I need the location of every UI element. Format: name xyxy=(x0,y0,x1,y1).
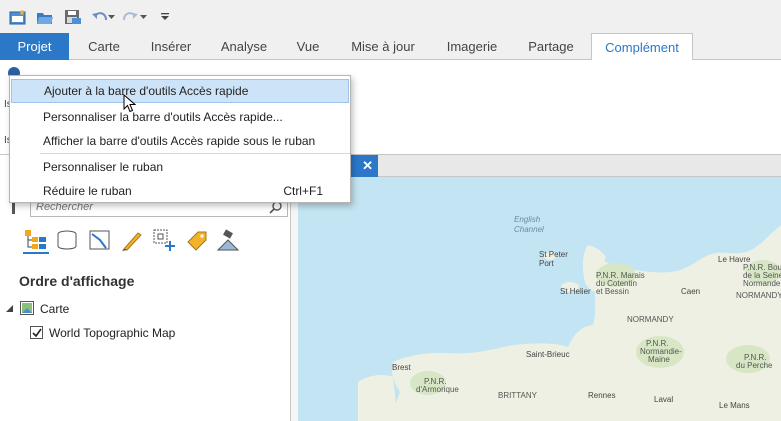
collapse-arrow-icon[interactable] xyxy=(6,305,14,313)
menu-item-show-quick-access-below[interactable]: Afficher la barre d'outils Accès rapide … xyxy=(11,129,349,153)
map-label-city: Saint-Brieuc xyxy=(526,350,570,359)
map-label-sea: English xyxy=(514,215,541,224)
list-by-labeling-icon[interactable] xyxy=(185,228,209,252)
list-by-perspective-imagery-icon[interactable] xyxy=(216,228,240,252)
menu-item-add-to-quick-access[interactable]: Ajouter à la barre d'outils Accès rapide xyxy=(11,79,349,103)
quick-access-toolbar xyxy=(0,0,781,33)
open-folder-icon[interactable] xyxy=(34,6,56,28)
tab-inserer[interactable]: Insérer xyxy=(141,33,201,60)
active-view-indicator xyxy=(23,252,49,254)
map-label-park: du Perche xyxy=(736,361,773,370)
pin-icon[interactable] xyxy=(12,202,15,214)
menu-item-customize-quick-access[interactable]: Personnaliser la barre d'outils Accès ra… xyxy=(11,105,349,129)
layer-label: World Topographic Map xyxy=(49,326,176,340)
ribbon-context-menu: Ajouter à la barre d'outils Accès rapide… xyxy=(9,75,351,203)
list-by-selection-icon[interactable] xyxy=(88,228,112,252)
basemap-graphic xyxy=(298,177,781,421)
map-label-city: Le Mans xyxy=(719,401,750,410)
menu-separator xyxy=(40,153,350,154)
map-label-park: et Bessin xyxy=(596,287,629,296)
tab-analyse[interactable]: Analyse xyxy=(212,33,276,60)
map-label-city: Caen xyxy=(681,287,701,296)
tab-mise-a-jour[interactable]: Mise à jour xyxy=(340,33,426,60)
save-icon[interactable] xyxy=(62,6,84,28)
map-label-city: Brest xyxy=(392,363,411,372)
tab-carte[interactable]: Carte xyxy=(78,33,130,60)
map-label-city: St Helier xyxy=(560,287,591,296)
map-label-city: St Peter xyxy=(539,250,568,259)
list-by-source-icon[interactable] xyxy=(55,228,79,252)
undo-dropdown-icon[interactable] xyxy=(106,6,116,28)
menu-item-label: Réduire le ruban xyxy=(43,184,132,198)
map-label-park: Normande xyxy=(743,279,781,288)
map-node-label: Carte xyxy=(40,302,70,316)
tab-imagerie[interactable]: Imagerie xyxy=(437,33,507,60)
map-label-city: Port xyxy=(539,259,554,268)
map-label-park: d'Armorique xyxy=(416,385,459,394)
checkmark-icon xyxy=(32,328,42,338)
menu-item-customize-ribbon[interactable]: Personnaliser le ruban xyxy=(11,155,349,179)
map-label-sea: Channel xyxy=(514,225,544,234)
customize-toolbar-icon[interactable] xyxy=(158,6,172,28)
map-view-tab-bar: ✕ xyxy=(298,155,781,177)
map-label-region: NORMANDY xyxy=(736,291,781,300)
tab-projet[interactable]: Projet xyxy=(0,33,69,60)
map-label-region: NORMANDY xyxy=(627,315,674,324)
map-label-region: BRITTANY xyxy=(498,391,537,400)
menu-item-shortcut: Ctrl+F1 xyxy=(283,184,323,198)
list-by-editing-icon[interactable] xyxy=(120,228,144,252)
map-label-city: Laval xyxy=(654,395,674,404)
list-by-snapping-icon[interactable] xyxy=(152,228,176,252)
layer-visibility-checkbox[interactable] xyxy=(30,326,43,339)
list-by-drawing-order-icon[interactable] xyxy=(23,228,47,252)
menu-item-minimize-ribbon[interactable]: Réduire le ruban Ctrl+F1 xyxy=(11,179,349,203)
tab-complement[interactable]: Complément xyxy=(591,33,693,61)
tab-partage[interactable]: Partage xyxy=(518,33,584,60)
map-label-city: Rennes xyxy=(588,391,616,400)
new-project-icon[interactable] xyxy=(7,6,29,28)
tab-vue[interactable]: Vue xyxy=(287,33,329,60)
close-icon[interactable]: ✕ xyxy=(362,155,373,177)
ribbon-tab-bar: Projet Carte Insérer Analyse Vue Mise à … xyxy=(0,33,781,61)
drawing-order-title: Ordre d'affichage xyxy=(19,273,135,289)
map-view[interactable]: English Channel St Peter Port St Helier … xyxy=(298,177,781,421)
map-label-park: Maine xyxy=(648,355,670,364)
redo-dropdown-icon[interactable] xyxy=(138,6,148,28)
mouse-pointer-icon xyxy=(123,94,137,113)
map-icon xyxy=(20,301,34,315)
